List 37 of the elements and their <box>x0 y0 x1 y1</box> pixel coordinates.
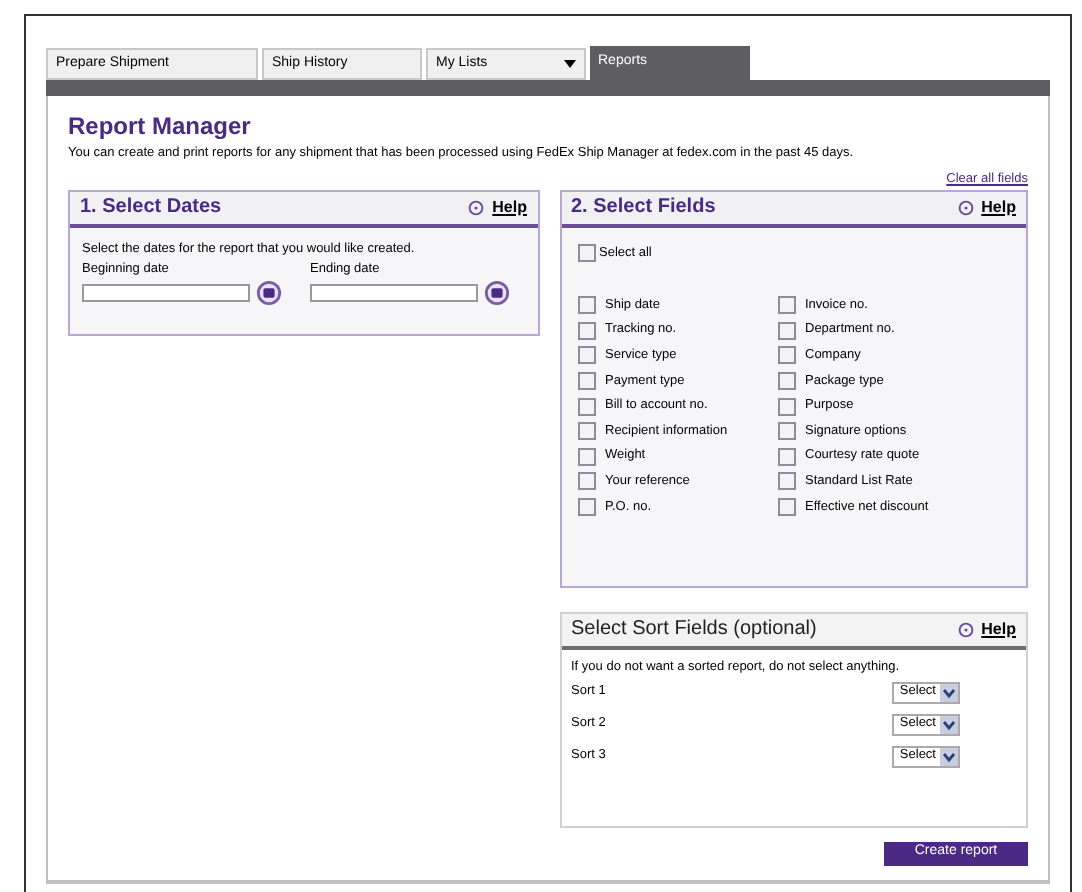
checkbox[interactable] <box>577 321 595 340</box>
page-title: Report Manager <box>68 110 253 144</box>
panel-heading: 1. Select Dates <box>80 194 222 222</box>
help-link[interactable]: Help <box>981 195 1016 219</box>
checkbox[interactable] <box>577 447 595 466</box>
date-field[interactable] <box>310 284 478 302</box>
help-link[interactable]: Help <box>981 617 1016 641</box>
checkbox[interactable] <box>577 472 595 491</box>
date-field[interactable] <box>82 284 250 302</box>
checkbox[interactable] <box>777 498 795 516</box>
checkbox[interactable] <box>777 321 795 340</box>
checkbox[interactable] <box>577 372 595 391</box>
panel-heading: Select Sort Fields (optional) <box>571 616 817 644</box>
help-link[interactable]: Help <box>492 195 527 219</box>
caret-icon <box>564 60 576 68</box>
checkbox[interactable] <box>777 296 795 315</box>
checkbox[interactable] <box>577 422 595 441</box>
checkbox[interactable] <box>777 472 795 491</box>
chevron-icon <box>940 715 958 734</box>
checkbox[interactable] <box>577 397 595 416</box>
checkbox[interactable] <box>777 346 795 365</box>
help-icon <box>957 199 974 215</box>
checkbox[interactable] <box>577 296 595 315</box>
checkbox[interactable] <box>777 447 795 466</box>
panel-heading: 2. Select Fields <box>571 194 716 222</box>
checkbox[interactable] <box>777 422 795 441</box>
chevron-icon <box>940 747 958 766</box>
help-icon <box>468 199 485 215</box>
calendar-icon[interactable] <box>484 280 510 306</box>
checkbox[interactable] <box>577 346 595 365</box>
checkbox[interactable] <box>777 397 795 416</box>
checkbox[interactable] <box>577 243 595 262</box>
checkbox[interactable] <box>777 372 795 391</box>
help-icon <box>957 621 974 637</box>
calendar-icon[interactable] <box>256 280 282 306</box>
chevron-icon <box>940 683 958 702</box>
checkbox[interactable] <box>577 498 595 516</box>
